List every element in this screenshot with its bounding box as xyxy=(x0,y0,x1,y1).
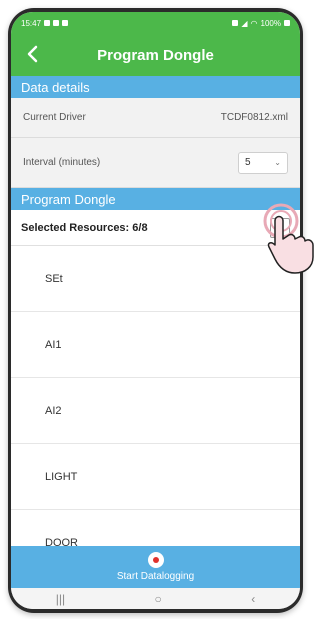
list-item[interactable]: DOOR xyxy=(11,510,300,547)
notification-icon xyxy=(53,20,60,26)
list-item-label: DOOR xyxy=(45,536,78,547)
section-header-data-details: Data details xyxy=(11,76,300,98)
list-item[interactable]: AI1 xyxy=(11,312,300,378)
interval-value: 5 xyxy=(245,157,251,168)
android-nav-bar: ||| ○ ‹ xyxy=(11,588,300,609)
start-datalogging-button[interactable]: Start Datalogging xyxy=(11,546,300,588)
interval-row: Interval (minutes) 5 ⌄ xyxy=(11,138,300,188)
recent-apps-icon[interactable]: ||| xyxy=(56,592,65,606)
home-icon[interactable]: ○ xyxy=(155,592,162,606)
notification-icon xyxy=(44,20,51,26)
current-driver-row: Current Driver TCDF0812.xml xyxy=(11,98,300,138)
interval-select[interactable]: 5 ⌄ xyxy=(238,151,288,174)
battery-text: 100% xyxy=(260,18,281,28)
interval-label: Interval (minutes) xyxy=(23,157,101,168)
current-driver-value: TCDF0812.xml xyxy=(220,112,288,123)
list-item[interactable]: AI2 xyxy=(11,378,300,444)
wifi-icon: ◠ xyxy=(250,18,258,28)
start-datalogging-label: Start Datalogging xyxy=(116,571,195,582)
page-title: Program Dongle xyxy=(97,46,214,64)
signal-icon: ◢ xyxy=(241,18,248,28)
chevron-down-icon: ⌄ xyxy=(274,158,281,167)
list-item-label: AI2 xyxy=(45,404,62,417)
phone-frame: 15:47 ◢ ◠ 100% Program Dongle Data detai… xyxy=(8,8,303,613)
record-icon xyxy=(147,552,164,568)
selected-resources-label: Selected Resources: 6/8 xyxy=(21,221,148,234)
current-driver-label: Current Driver xyxy=(23,112,86,123)
list-item-label: LIGHT xyxy=(45,470,78,483)
status-bar: 15:47 ◢ ◠ 100% xyxy=(11,12,300,34)
status-time: 15:47 xyxy=(21,18,42,28)
list-item[interactable]: LIGHT xyxy=(11,444,300,510)
notification-icon xyxy=(62,20,69,26)
resource-list: SEt AI1 AI2 LIGHT DOOR xyxy=(11,246,300,546)
back-icon[interactable]: ‹ xyxy=(251,592,255,606)
back-arrow-icon[interactable] xyxy=(21,42,43,66)
tap-hand-icon xyxy=(255,195,319,275)
list-item-label: AI1 xyxy=(45,338,62,351)
screen: 15:47 ◢ ◠ 100% Program Dongle Data detai… xyxy=(11,12,300,609)
app-header: Program Dongle xyxy=(11,34,300,76)
battery-icon xyxy=(284,20,290,26)
alarm-icon xyxy=(232,20,239,26)
list-item-label: SEt xyxy=(45,272,63,285)
